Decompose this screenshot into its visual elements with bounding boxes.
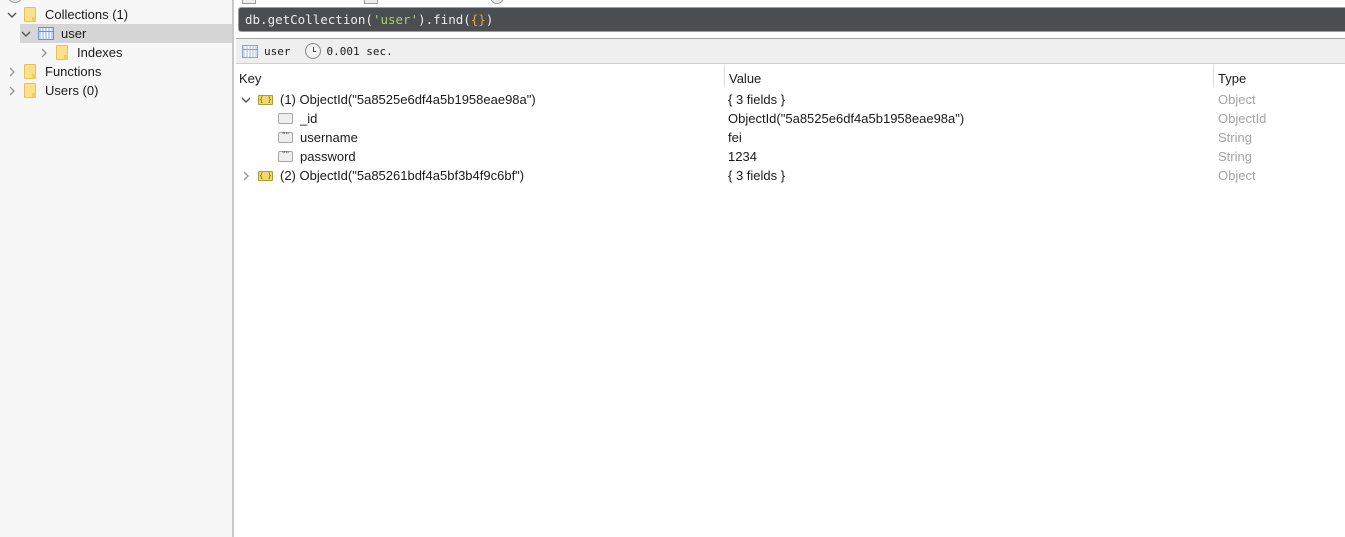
results-tree-grid: Key Value Type { } (1) ObjectId("5a8525e… — [236, 65, 1345, 537]
tree-item-label: Collections (1) — [45, 7, 129, 22]
key-text: username — [300, 130, 358, 145]
folder-icon — [24, 7, 36, 22]
result-collection-name: user — [264, 44, 291, 58]
toolbar-icon[interactable] — [490, 0, 504, 4]
result-info-bar: user 0.001 sec. — [236, 38, 1345, 64]
tree-item-label: Functions — [45, 64, 102, 79]
toolbar-icon[interactable] — [364, 0, 378, 4]
tree-item-users[interactable]: Users (0) — [6, 81, 232, 100]
type-cell: String — [1218, 130, 1252, 145]
chevron-right-icon[interactable] — [240, 170, 252, 182]
object-icon: { } — [258, 94, 273, 105]
key-cell: { } (2) ObjectId("5a85261bdf4a5bf3b4f9c6… — [240, 166, 524, 185]
table-row[interactable]: _id ObjectId("5a8525e6df4a5b1958eae98a")… — [236, 109, 1345, 128]
string-field-icon: "" — [278, 151, 293, 162]
string-field-icon: "" — [278, 132, 293, 143]
query-string-literal: 'user' — [372, 12, 419, 27]
chevron-right-icon[interactable] — [6, 66, 18, 78]
value-cell: { 3 fields } — [728, 168, 786, 183]
folder-icon — [24, 83, 36, 98]
query-text-suffix: ) — [485, 12, 494, 27]
tree-item-label: Users (0) — [45, 83, 99, 98]
query-braces: {} — [470, 12, 486, 27]
table-row[interactable]: { } (1) ObjectId("5a8525e6df4a5b1958eae9… — [236, 90, 1345, 109]
value-cell: fei — [728, 130, 742, 145]
type-cell: Object — [1218, 92, 1256, 107]
column-divider[interactable] — [1213, 65, 1214, 87]
key-text: (1) ObjectId("5a8525e6df4a5b1958eae98a") — [280, 92, 536, 107]
key-cell: { } (1) ObjectId("5a8525e6df4a5b1958eae9… — [240, 90, 536, 109]
value-cell: ObjectId("5a8525e6df4a5b1958eae98a") — [728, 111, 965, 126]
table-icon — [38, 27, 54, 40]
column-header-value[interactable]: Value — [726, 69, 761, 87]
tree-item-collections[interactable]: Collections (1) — [6, 5, 232, 24]
column-divider[interactable] — [724, 65, 725, 87]
chevron-down-icon[interactable] — [240, 94, 252, 106]
tree-item-label: Indexes — [77, 45, 123, 60]
type-cell: String — [1218, 149, 1252, 164]
tree-item-label: user — [61, 26, 87, 41]
tree-item-user-collection[interactable]: user — [20, 24, 232, 43]
folder-icon — [56, 45, 68, 60]
value-cell: { 3 fields } — [728, 92, 786, 107]
query-text-middle: ).find( — [418, 12, 471, 27]
toolbar-remnant — [236, 0, 1345, 7]
connection-tree-sidebar: Collections (1) user Indexes Functions U… — [0, 0, 234, 537]
clock-icon — [304, 43, 321, 59]
toolbar-icon[interactable] — [242, 0, 256, 4]
tree-item-functions[interactable]: Functions — [6, 62, 232, 81]
chevron-down-icon[interactable] — [6, 9, 18, 21]
collection-icon — [242, 44, 258, 58]
chevron-right-icon[interactable] — [38, 47, 50, 59]
column-header-type[interactable]: Type — [1215, 69, 1246, 87]
column-header-key[interactable]: Key — [236, 69, 261, 87]
tree-item-indexes[interactable]: Indexes — [38, 43, 232, 62]
query-time: 0.001 sec. — [326, 44, 393, 58]
table-row[interactable]: { } (2) ObjectId("5a85261bdf4a5bf3b4f9c6… — [236, 166, 1345, 185]
table-row[interactable]: "" password 1234 String — [236, 147, 1345, 166]
folder-icon — [24, 64, 36, 79]
chevron-down-icon[interactable] — [20, 28, 32, 40]
key-text: (2) ObjectId("5a85261bdf4a5bf3b4f9c6bf") — [280, 168, 525, 183]
key-cell: "" password — [278, 147, 356, 166]
key-text: _id — [300, 111, 318, 126]
query-editor[interactable]: db.getCollection('user').find({}) — [238, 7, 1345, 32]
database-icon — [7, 0, 23, 3]
object-icon: { } — [258, 170, 273, 181]
type-cell: Object — [1218, 168, 1256, 183]
query-text-prefix: db.getCollection( — [245, 12, 373, 27]
table-row[interactable]: "" username fei String — [236, 128, 1345, 147]
key-text: password — [300, 149, 356, 164]
chevron-right-icon[interactable] — [6, 85, 18, 97]
key-cell: _id — [278, 109, 317, 128]
type-cell: ObjectId — [1218, 111, 1267, 126]
value-cell: 1234 — [728, 149, 757, 164]
objectid-field-icon — [278, 113, 293, 124]
key-cell: "" username — [278, 128, 358, 147]
